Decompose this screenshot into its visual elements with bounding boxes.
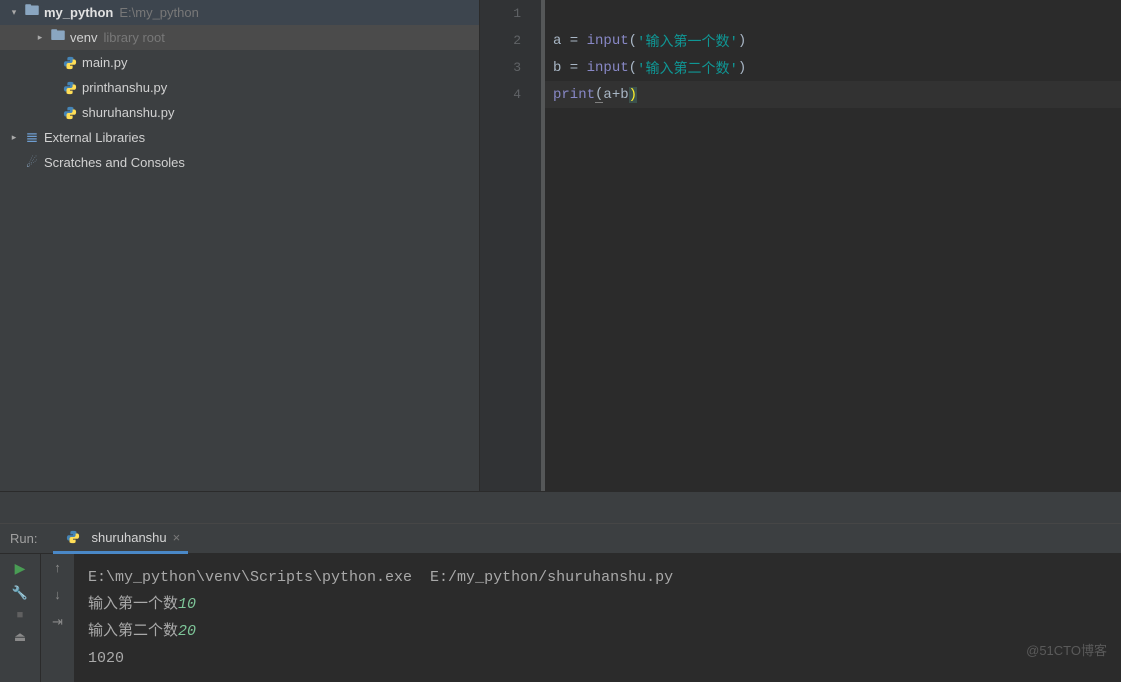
tree-file-printhanshu[interactable]: printhanshu.py <box>0 75 479 100</box>
exit-button[interactable]: ⏏ <box>14 629 26 645</box>
folder-name: venv <box>70 30 97 45</box>
console-prompt: 输入第一个数 <box>88 596 178 613</box>
code-line[interactable]: b = input('输入第二个数') <box>545 54 1121 81</box>
project-tree[interactable]: my_python E:\my_python venv library root… <box>0 0 480 491</box>
settings-icon[interactable]: 🔧 <box>12 585 28 601</box>
run-tabs-bar: Run: shuruhanshu × <box>0 524 1121 554</box>
tree-file-main[interactable]: main.py <box>0 50 479 75</box>
tree-row-root[interactable]: my_python E:\my_python <box>0 0 479 25</box>
line-number: 3 <box>480 54 541 81</box>
stop-button[interactable]: ■ <box>17 609 24 621</box>
file-label: printhanshu.py <box>82 80 167 95</box>
folder-icon <box>50 30 66 46</box>
line-number: 4 <box>480 81 541 108</box>
project-path: E:\my_python <box>119 5 199 20</box>
line-number: 1 <box>480 0 541 27</box>
run-tab-label: shuruhanshu <box>91 530 166 545</box>
rerun-button[interactable]: ▶ <box>15 560 26 577</box>
folder-hint: library root <box>103 30 164 45</box>
run-label: Run: <box>10 531 37 546</box>
run-toolbar-left: ▶ 🔧 ■ ⏏ <box>0 554 40 682</box>
watermark: @51CTO博客 <box>1026 640 1107 659</box>
chevron-right-icon[interactable] <box>34 32 46 43</box>
code-line[interactable]: a = input('输入第一个数') <box>545 27 1121 54</box>
console-input: 10 <box>178 596 196 613</box>
line-gutter: 1 2 3 4 <box>480 0 545 491</box>
tree-external-libraries[interactable]: External Libraries <box>0 125 479 150</box>
mid-divider <box>0 491 1121 523</box>
external-libraries-label: External Libraries <box>44 130 145 145</box>
code-line[interactable] <box>545 0 1121 27</box>
project-name: my_python <box>44 5 113 20</box>
file-label: shuruhanshu.py <box>82 105 175 120</box>
run-toolbar-secondary: ↑ ↓ ⇥ <box>40 554 74 682</box>
code-line-current[interactable]: print(a+b) <box>545 81 1121 108</box>
chevron-right-icon[interactable] <box>8 132 20 143</box>
python-file-icon <box>62 105 78 121</box>
down-arrow-icon[interactable]: ↓ <box>54 587 61 602</box>
run-console[interactable]: E:\my_python\venv\Scripts\python.exe E:/… <box>74 554 1121 682</box>
tree-scratches[interactable]: Scratches and Consoles <box>0 150 479 175</box>
python-file-icon <box>62 80 78 96</box>
up-arrow-icon[interactable]: ↑ <box>54 560 61 575</box>
run-tab[interactable]: shuruhanshu × <box>53 524 188 554</box>
library-icon <box>24 130 40 146</box>
scratches-label: Scratches and Consoles <box>44 155 185 170</box>
console-cmd: E:\my_python\venv\Scripts\python.exe E:/… <box>88 569 673 586</box>
python-file-icon <box>62 55 78 71</box>
code-editor[interactable]: 1 2 3 4 a = input('输入第一个数') b = input('输… <box>480 0 1121 491</box>
folder-icon <box>24 5 40 21</box>
chevron-down-icon[interactable] <box>8 7 20 18</box>
tree-row-venv[interactable]: venv library root <box>0 25 479 50</box>
tree-file-shuruhanshu[interactable]: shuruhanshu.py <box>0 100 479 125</box>
file-label: main.py <box>82 55 128 70</box>
console-input: 20 <box>178 623 196 640</box>
console-prompt: 输入第二个数 <box>88 623 178 640</box>
code-area[interactable]: a = input('输入第一个数') b = input('输入第二个数') … <box>545 0 1121 491</box>
console-output: 1020 <box>88 650 124 667</box>
run-panel: Run: shuruhanshu × ▶ 🔧 ■ ⏏ ↑ ↓ ⇥ E:\my_p… <box>0 523 1121 677</box>
python-file-icon <box>65 529 81 545</box>
soft-wrap-icon[interactable]: ⇥ <box>52 614 63 630</box>
line-number: 2 <box>480 27 541 54</box>
close-icon[interactable]: × <box>173 530 181 545</box>
scratches-icon <box>24 155 40 171</box>
